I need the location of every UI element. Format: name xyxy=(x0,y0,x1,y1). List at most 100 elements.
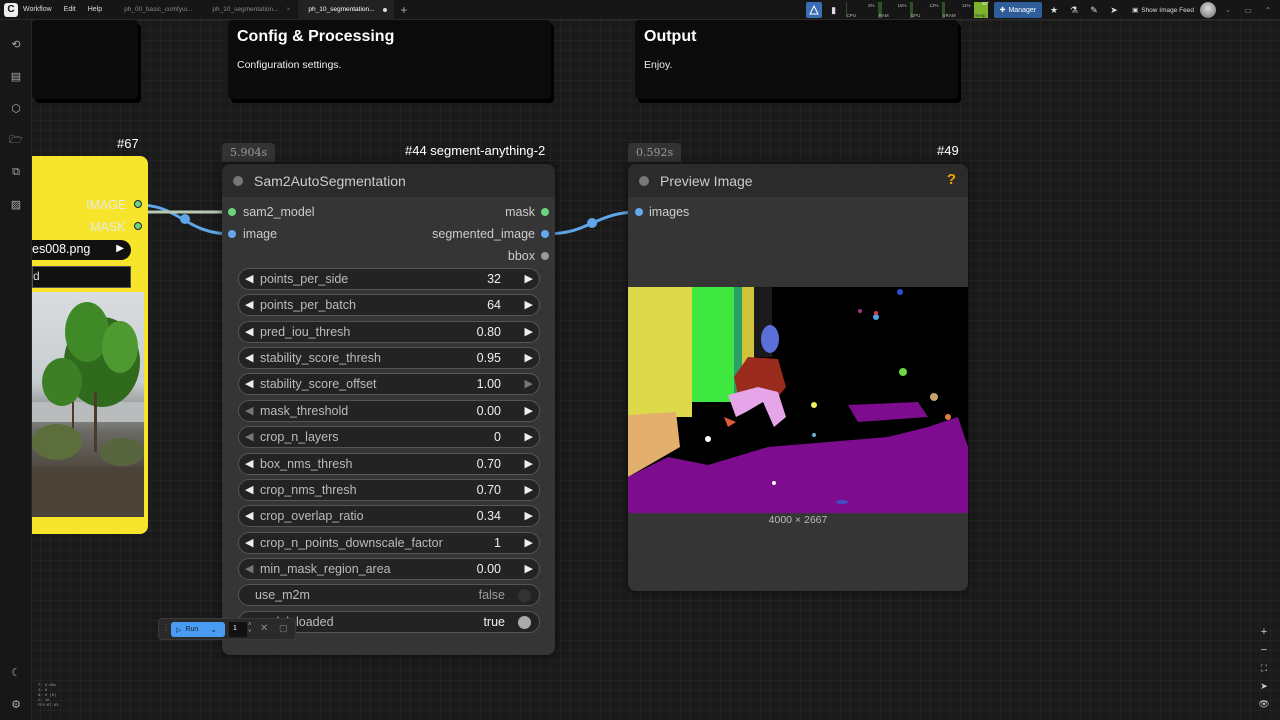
image-combo-widget[interactable]: es008.png ▶ xyxy=(32,240,131,260)
close-icon[interactable]: ✕ xyxy=(260,623,268,634)
decrement-arrow-icon[interactable]: ◀ xyxy=(245,457,253,470)
widget-value: 1.00 xyxy=(476,377,501,391)
widget-name: box_nms_thresh xyxy=(260,457,353,471)
widget-value: 0 xyxy=(494,430,501,444)
decrement-arrow-icon[interactable]: ◀ xyxy=(245,562,253,575)
visibility-icon[interactable]: 👁 xyxy=(1257,697,1271,711)
increment-arrow-icon[interactable]: ▶ xyxy=(525,509,533,522)
output-mask-slot[interactable] xyxy=(134,222,142,230)
increment-arrow-icon[interactable]: ▶ xyxy=(525,351,533,364)
segmentation-mask-drawing xyxy=(628,287,968,513)
batch-count-input[interactable]: 1 xyxy=(229,622,247,637)
widget-stability-score-offset[interactable]: ◀ stability_score_offset 1.00 ▶ xyxy=(238,373,540,395)
widget-crop-nms-thresh[interactable]: ◀ crop_nms_thresh 0.70 ▶ xyxy=(238,479,540,501)
widget-points-per-batch[interactable]: ◀ points_per_batch 64 ▶ xyxy=(238,294,540,316)
widget-box-nms-thresh[interactable]: ◀ box_nms_thresh 0.70 ▶ xyxy=(238,453,540,475)
widget-name: points_per_batch xyxy=(260,298,356,312)
help-icon[interactable]: ? xyxy=(947,171,956,188)
widget-value: 64 xyxy=(487,298,501,312)
zoom-out-icon[interactable]: − xyxy=(1257,643,1271,657)
output-segmented-image-label: segmented_image xyxy=(432,227,535,241)
preview-image-node[interactable]: Preview Image ? images 4000 × 2667 xyxy=(628,164,968,591)
increment-arrow-icon[interactable]: ▶ xyxy=(525,483,533,496)
increment-arrow-icon[interactable]: ▶ xyxy=(525,325,533,338)
widget-points-per-side[interactable]: ◀ points_per_side 32 ▶ xyxy=(238,268,540,290)
sam2-auto-segmentation-node[interactable]: Sam2AutoSegmentation sam2_model image ma… xyxy=(222,164,555,655)
fit-view-icon[interactable]: ⛶ xyxy=(1257,661,1271,675)
toggle-use-m2m[interactable]: use_m2m false xyxy=(238,584,540,606)
widget-name: crop_n_layers xyxy=(260,430,339,444)
preview-thumbnail-image xyxy=(32,292,144,517)
increment-arrow-icon[interactable]: ▶ xyxy=(525,404,533,417)
decrement-arrow-icon[interactable]: ◀ xyxy=(245,351,253,364)
output-segmented-image-slot[interactable] xyxy=(541,230,549,238)
play-icon: ▷ xyxy=(176,626,182,634)
decrement-arrow-icon[interactable]: ◀ xyxy=(245,272,253,285)
increment-arrow-icon[interactable]: ▶ xyxy=(525,457,533,470)
stepper-arrows-icon[interactable]: ˄ ˅ xyxy=(248,622,252,636)
increment-arrow-icon[interactable]: ▶ xyxy=(525,272,533,285)
increment-arrow-icon[interactable]: ▶ xyxy=(525,536,533,549)
toggle-knob[interactable] xyxy=(518,616,531,629)
widget-crop-n-layers[interactable]: ◀ crop_n_layers 0 ▶ xyxy=(238,426,540,448)
decrement-arrow-icon[interactable]: ◀ xyxy=(245,404,253,417)
widget-name: mask_threshold xyxy=(260,404,349,418)
collapse-dot-icon[interactable] xyxy=(639,176,649,186)
widget-min-mask-region-area[interactable]: ◀ min_mask_region_area 0.00 ▶ xyxy=(238,558,540,580)
widget-stability-score-thresh[interactable]: ◀ stability_score_thresh 0.95 ▶ xyxy=(238,347,540,369)
node-header[interactable]: Preview Image ? xyxy=(628,164,968,197)
filename-value: es008.png xyxy=(32,242,91,256)
chevron-down-icon[interactable]: ⌄ xyxy=(210,625,217,634)
output-bbox-slot[interactable] xyxy=(541,252,549,260)
toggle-name: use_m2m xyxy=(255,588,310,602)
increment-arrow-icon[interactable]: ▶ xyxy=(525,562,533,575)
widget-name: min_mask_region_area xyxy=(260,562,391,576)
widget-crop-n-points-downscale-factor[interactable]: ◀ crop_n_points_downscale_factor 1 ▶ xyxy=(238,532,540,554)
decrement-arrow-icon[interactable]: ◀ xyxy=(245,298,253,311)
load-image-node[interactable]: IMAGE MASK es008.png ▶ d xyxy=(32,156,148,534)
input-sam2-model-slot[interactable] xyxy=(228,208,236,216)
plant-photo-drawing xyxy=(32,302,144,517)
output-image-slot[interactable] xyxy=(134,200,142,208)
node-title: Sam2AutoSegmentation xyxy=(254,173,406,189)
output-mask-label: MASK xyxy=(90,220,126,234)
increment-arrow-icon[interactable]: ▶ xyxy=(525,298,533,311)
toggle-knob[interactable] xyxy=(518,589,531,602)
node-header[interactable]: Sam2AutoSegmentation xyxy=(222,164,555,197)
widget-mask-threshold[interactable]: ◀ mask_threshold 0.00 ▶ xyxy=(238,400,540,422)
decrement-arrow-icon[interactable]: ◀ xyxy=(245,325,253,338)
toggle-value: true xyxy=(483,615,505,629)
navigate-icon[interactable]: ➤ xyxy=(1257,679,1271,693)
segmented-output-image[interactable] xyxy=(628,287,968,513)
run-button[interactable]: ▷ Run ⌄ xyxy=(171,622,225,637)
decrement-arrow-icon[interactable]: ◀ xyxy=(245,430,253,443)
decrement-arrow-icon[interactable]: ◀ xyxy=(245,536,253,549)
collapse-dot-icon[interactable] xyxy=(233,176,243,186)
widget-value: 0.70 xyxy=(476,483,501,497)
widget-crop-overlap-ratio[interactable]: ◀ crop_overlap_ratio 0.34 ▶ xyxy=(238,505,540,527)
widget-name: crop_n_points_downscale_factor xyxy=(260,536,443,550)
input-image-slot[interactable] xyxy=(228,230,236,238)
output-image-label: IMAGE xyxy=(86,198,127,212)
input-images-label: images xyxy=(649,205,690,219)
zoom-in-icon[interactable]: + xyxy=(1257,625,1271,639)
decrement-arrow-icon[interactable]: ◀ xyxy=(245,483,253,496)
input-images-slot[interactable] xyxy=(635,208,643,216)
decrement-arrow-icon[interactable]: ◀ xyxy=(245,509,253,522)
arrow-right-icon[interactable]: ▶ xyxy=(116,243,124,254)
upload-button[interactable]: d xyxy=(32,266,131,288)
decrement-arrow-icon[interactable]: ◀ xyxy=(245,377,253,390)
increment-arrow-icon[interactable]: ▶ xyxy=(525,430,533,443)
preview-node-id: #49 xyxy=(937,143,959,158)
widget-value: 0.34 xyxy=(476,509,501,523)
widget-name: stability_score_thresh xyxy=(260,351,381,365)
output-mask-slot[interactable] xyxy=(541,208,549,216)
widget-value: 0.00 xyxy=(476,562,501,576)
widget-value: 0.00 xyxy=(476,404,501,418)
widget-pred-iou-thresh[interactable]: ◀ pred_iou_thresh 0.80 ▶ xyxy=(238,321,540,343)
sam-node-id: #44 segment-anything-2 xyxy=(405,143,546,158)
drag-handle-icon[interactable]: ⋮ xyxy=(162,623,170,632)
stop-icon[interactable]: ▢ xyxy=(279,623,288,634)
increment-arrow-icon[interactable]: ▶ xyxy=(525,377,533,390)
input-sam2-model-label: sam2_model xyxy=(243,205,315,219)
